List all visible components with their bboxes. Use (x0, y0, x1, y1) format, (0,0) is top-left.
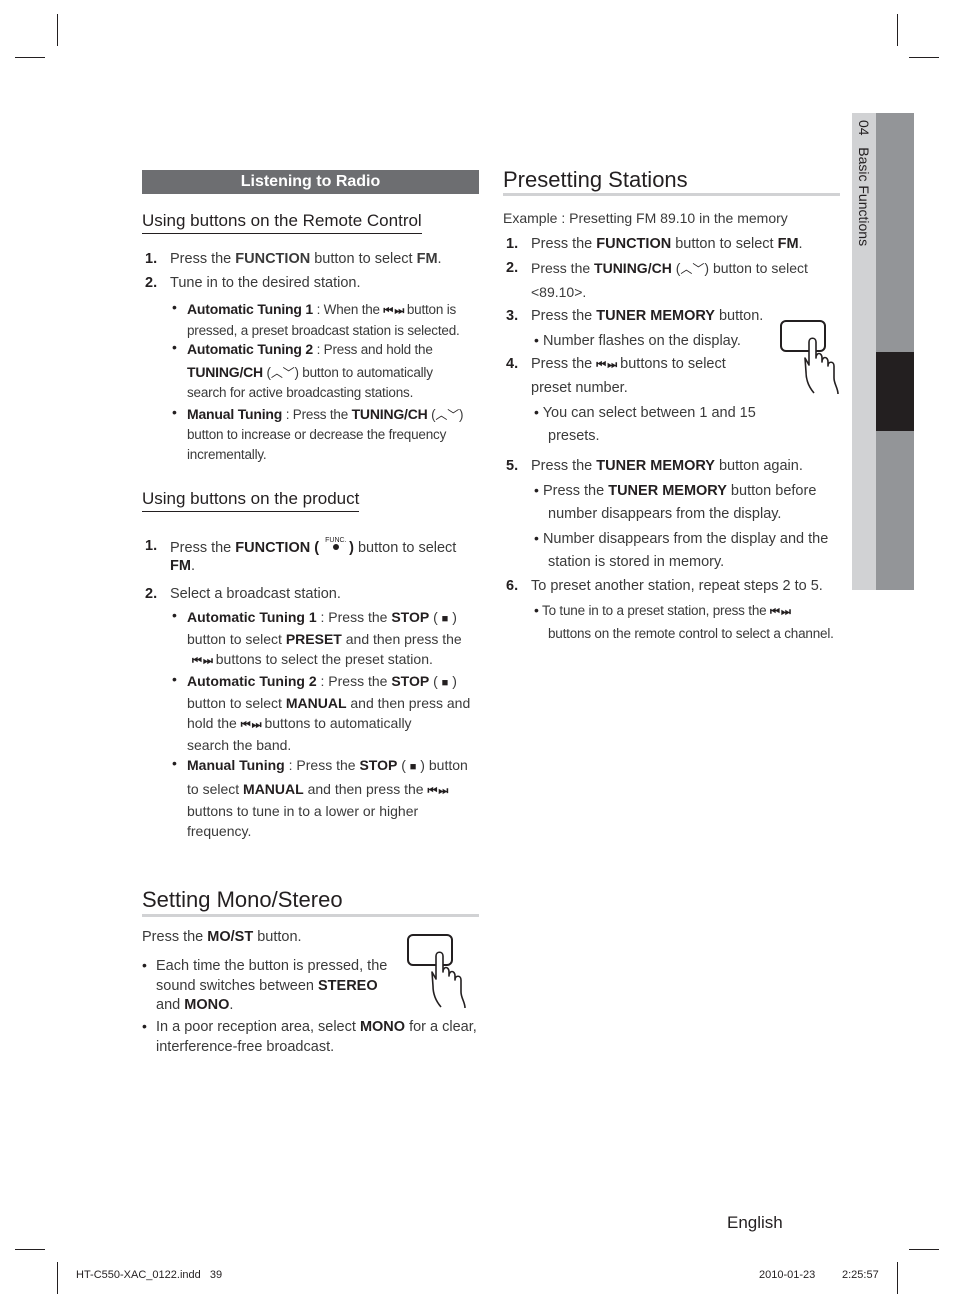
preset-step-1: 1. Press the FUNCTION button to select F… (506, 236, 803, 252)
mono-stereo-heading: Setting Mono/Stereo (142, 887, 343, 912)
stop-icon: ■ (441, 613, 449, 625)
remote-bullet-auto2: • Automatic Tuning 2 : Press and hold th… (172, 339, 433, 400)
preset-step-2: 2. Press the TUNING/CH (︿﹀) button to se… (506, 260, 808, 300)
up-down-icon: ︿﹀ (270, 366, 295, 380)
product-step-1: 1. Press the FUNCTION ( FUNC. ) button t… (145, 536, 457, 574)
stop-icon: ■ (441, 677, 449, 689)
product-bullet-auto1: • Automatic Tuning 1 : Press the STOP ( … (172, 607, 462, 667)
press-button-hand-icon (780, 320, 839, 395)
chapter-tab-indicator (876, 352, 914, 431)
remote-bullet-manual: • Manual Tuning : Press the TUNING/CH (︿… (172, 404, 464, 462)
crop-mark (57, 14, 58, 46)
preset-step-6: 6. To preset another station, repeat ste… (506, 578, 834, 641)
product-bullet-auto2: • Automatic Tuning 2 : Press the STOP ( … (172, 671, 471, 753)
crop-mark (897, 1262, 898, 1294)
up-down-icon: ︿﹀ (680, 262, 705, 276)
crop-mark (57, 1262, 58, 1294)
product-bullet-manual: • Manual Tuning : Press the STOP ( ■ ) b… (172, 755, 468, 839)
section-title-bar: Listening to Radio (142, 170, 479, 194)
crop-mark (909, 57, 939, 58)
crop-mark (909, 1249, 939, 1250)
product-step-2: 2. Select a broadcast station. (145, 586, 341, 602)
print-date: 2010-01-23 (759, 1269, 816, 1281)
remote-heading: Using buttons on the Remote Control (142, 211, 422, 234)
crop-mark (15, 1249, 45, 1250)
heading-rule (503, 193, 840, 196)
mono-bullet-2: • In a poor reception area, select MONO … (142, 1018, 477, 1055)
stop-icon: ■ (409, 761, 417, 773)
product-heading: Using buttons on the product (142, 489, 360, 512)
preset-example: Example : Presetting FM 89.10 in the mem… (503, 210, 788, 226)
preset-step-5: 5. Press the TUNER MEMORY button again. … (506, 458, 829, 570)
remote-bullet-auto1: • Automatic Tuning 1 : When the ⏮ ⏭ butt… (172, 299, 460, 338)
skip-prev-next-icon: ⏮ ⏭ (240, 719, 262, 731)
remote-step-2: 2. Tune in to the desired station. (145, 275, 361, 291)
skip-prev-next-icon: ⏮ ⏭ (770, 606, 791, 618)
remote-step-1: 1. Press the FUNCTION button to select F… (145, 251, 442, 267)
skip-prev-next-icon: ⏮ ⏭ (427, 785, 448, 797)
print-time: 2:25:57 (842, 1269, 879, 1281)
crop-mark (897, 14, 898, 46)
heading-rule (142, 914, 479, 917)
press-button-hand-icon (407, 934, 466, 1009)
presetting-heading: Presetting Stations (503, 167, 688, 192)
crop-mark (15, 57, 45, 58)
mono-intro: Press the MO/ST button. (142, 929, 302, 945)
file-info: HT-C550-XAC_0122.indd 39 (76, 1269, 223, 1281)
language-label: English (727, 1213, 783, 1232)
skip-prev-next-icon: ⏮ ⏭ (596, 359, 617, 371)
up-down-icon: ︿﹀ (435, 408, 460, 422)
chapter-label: 04 Basic Functions (856, 120, 872, 247)
skip-prev-next-icon: ⏮ ⏭ (192, 655, 213, 667)
mono-bullet-1: • Each time the button is pressed, the s… (142, 957, 388, 1013)
func-button-icon: FUNC. (323, 536, 349, 554)
skip-prev-next-icon: ⏮ ⏭ (383, 305, 404, 317)
